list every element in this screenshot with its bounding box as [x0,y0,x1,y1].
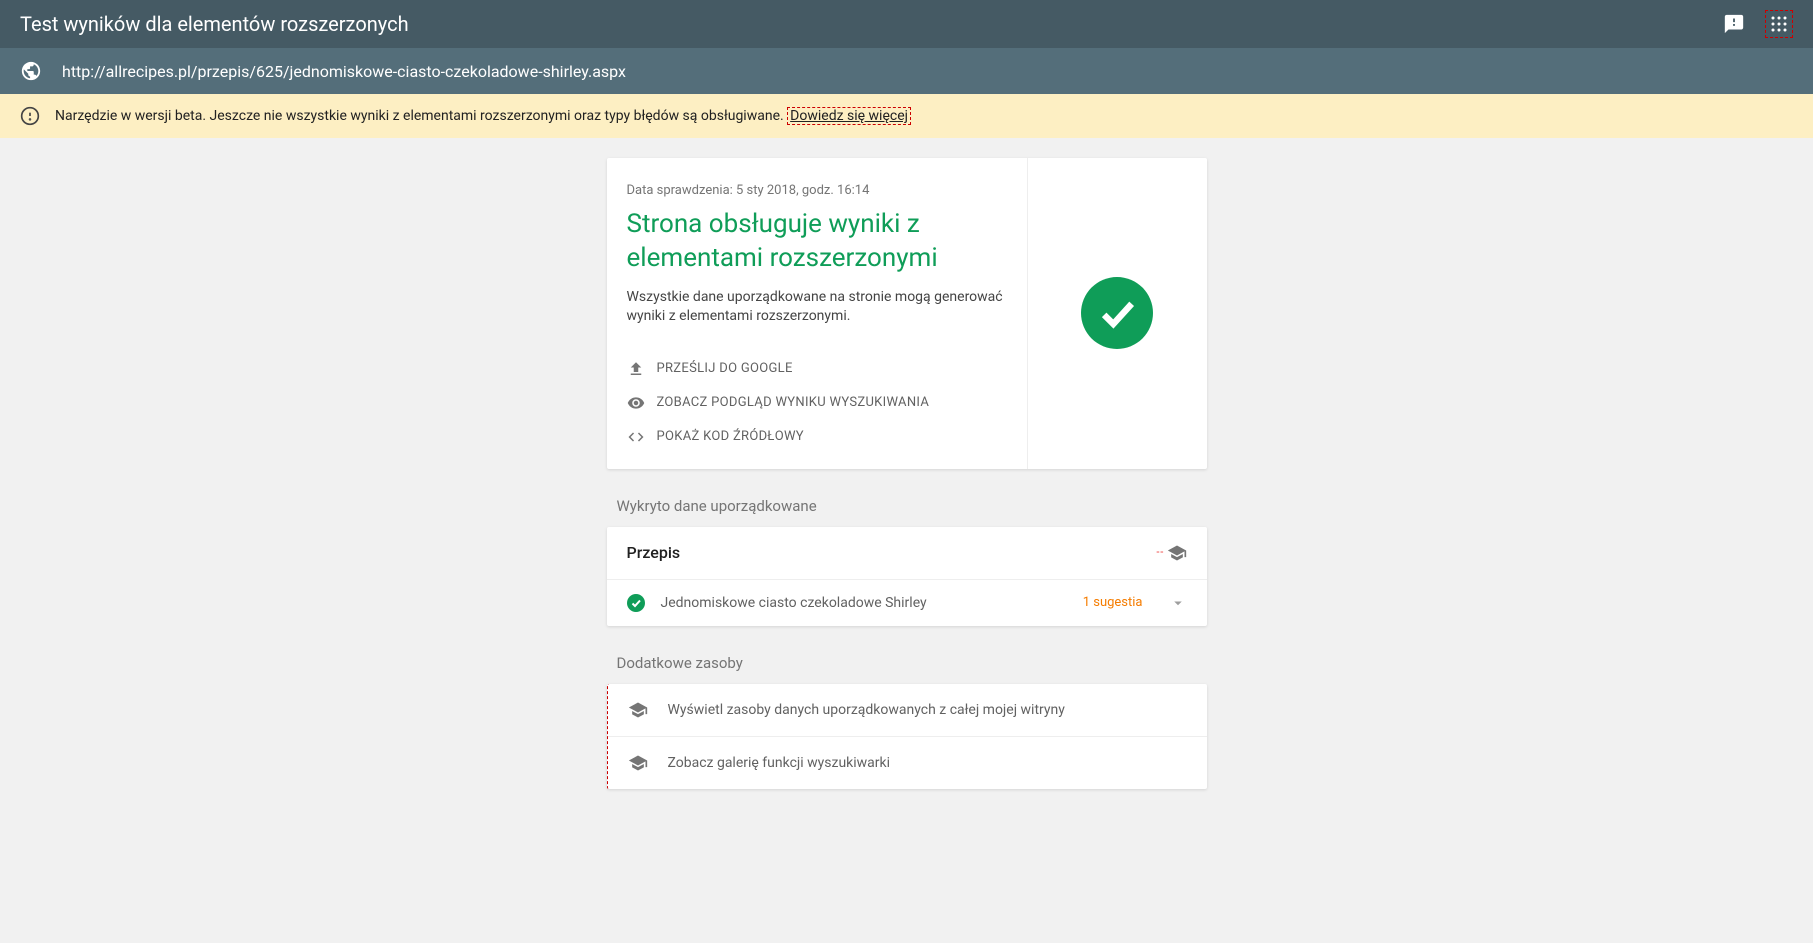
header-corner: - - [1156,543,1186,563]
resource-row1-label: Wyświetl zasoby danych uporządkowanych z… [668,702,1065,718]
row-check-icon [627,594,645,612]
submit-label: PRZEŚLIJ DO GOOGLE [657,361,793,376]
tested-url[interactable]: http://allrecipes.pl/przepis/625/jednomi… [62,62,626,81]
eye-icon [627,394,645,412]
header-top: Test wyników dla elementów rozszerzonych [0,0,1813,48]
learn-more-link[interactable]: Dowiedz się więcej [787,107,911,125]
chevron-down-icon[interactable] [1169,594,1187,612]
preview-label: ZOBACZ PODGLĄD WYNIKU WYSZUKIWANIA [657,395,930,410]
structured-data-label: Wykryto dane uporządkowane [617,497,1207,515]
result-description: Wszystkie dane uporządkowane na stronie … [627,288,1007,327]
main-content: Data sprawdzenia: 5 sty 2018, godz. 16:1… [607,158,1207,789]
structured-data-card: Przepis - - Jednomiskowe ciasto czekolad… [607,527,1207,626]
upload-icon [627,360,645,378]
submit-to-google-button[interactable]: PRZEŚLIJ DO GOOGLE [627,352,1007,386]
banner-message: Narzędzie w wersji beta. Jeszcze nie wsz… [55,108,787,124]
resource-gallery[interactable]: Zobacz galerię funkcji wyszukiwarki [608,737,1207,789]
item-title: Jednomiskowe ciasto czekoladowe Shirley [661,595,1067,611]
result-card: Data sprawdzenia: 5 sty 2018, godz. 16:1… [607,158,1207,469]
preview-result-button[interactable]: ZOBACZ PODGLĄD WYNIKU WYSZUKIWANIA [627,386,1007,420]
school-icon [628,753,648,773]
resource-row2-label: Zobacz galerię funkcji wyszukiwarki [668,755,891,771]
resources-card: Wyświetl zasoby danych uporządkowanych z… [607,684,1207,789]
result-card-left: Data sprawdzenia: 5 sty 2018, godz. 16:1… [607,158,1027,469]
info-icon [20,106,40,126]
beta-banner: Narzędzie w wersji beta. Jeszcze nie wsz… [0,94,1813,138]
result-card-right [1027,158,1207,469]
globe-icon [20,60,42,82]
header-icons [1723,10,1793,38]
success-check-icon [1081,277,1153,349]
structured-data-row[interactable]: Jednomiskowe ciasto czekoladowe Shirley … [607,580,1207,626]
banner-text: Narzędzie w wersji beta. Jeszcze nie wsz… [55,108,911,124]
structured-type: Przepis [627,543,681,562]
structured-data-header[interactable]: Przepis - - [607,527,1207,580]
resources-label: Dodatkowe zasoby [617,654,1207,672]
apps-icon[interactable] [1765,10,1793,38]
corner-dots-icon: - - [1156,547,1162,558]
show-source-button[interactable]: POKAŻ KOD ŹRÓDŁOWY [627,420,1007,454]
code-icon [627,428,645,446]
header-url-bar: http://allrecipes.pl/przepis/625/jednomi… [0,48,1813,94]
school-icon [628,700,648,720]
suggestion-badge: 1 sugestia [1083,595,1143,610]
school-icon[interactable] [1167,543,1187,563]
feedback-icon[interactable] [1723,13,1745,35]
page-title: Test wyników dla elementów rozszerzonych [20,12,409,36]
source-label: POKAŻ KOD ŹRÓDŁOWY [657,429,804,444]
resource-site-data[interactable]: Wyświetl zasoby danych uporządkowanych z… [608,684,1207,737]
result-headline: Strona obsługuje wyniki z elementami roz… [627,208,1007,276]
check-timestamp: Data sprawdzenia: 5 sty 2018, godz. 16:1… [627,183,1007,198]
